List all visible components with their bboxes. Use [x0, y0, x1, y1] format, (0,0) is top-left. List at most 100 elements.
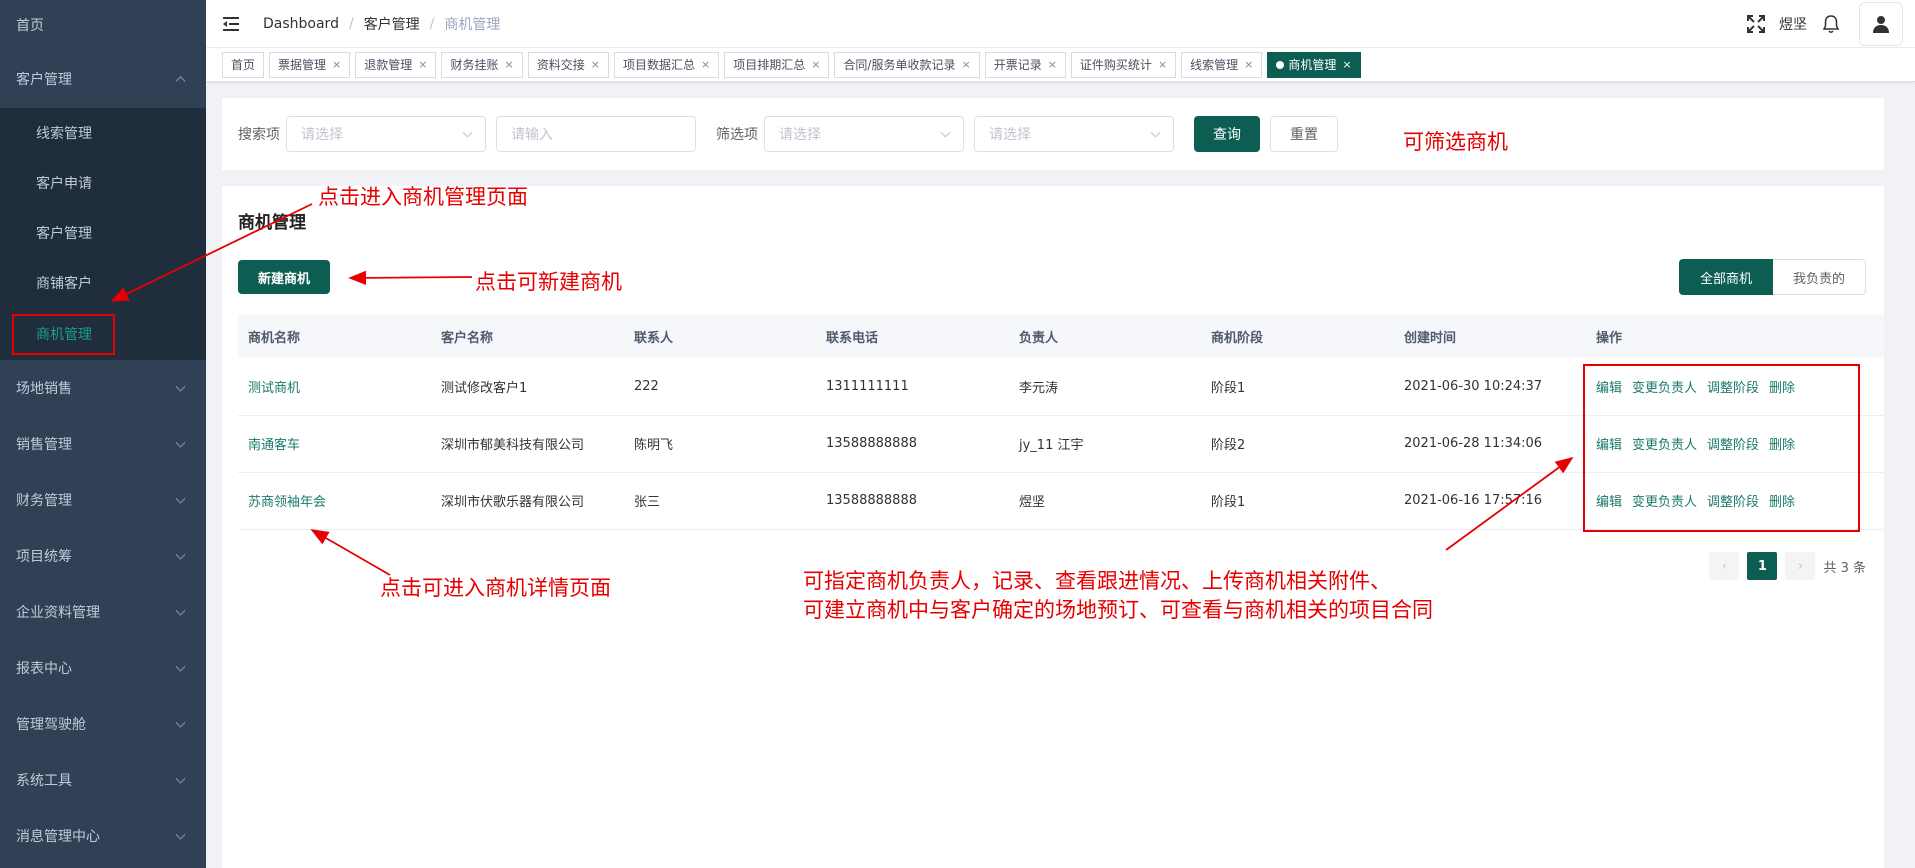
- column-header: 客户名称: [441, 330, 494, 346]
- close-icon[interactable]: ×: [418, 58, 427, 71]
- next-page-button[interactable]: ›: [1785, 552, 1816, 580]
- table-cell: 222: [634, 378, 659, 394]
- chevron-down-icon: [175, 717, 186, 728]
- close-icon[interactable]: ×: [1048, 58, 1057, 71]
- menu-toggle-icon[interactable]: [223, 16, 241, 31]
- chevron-down-icon: [175, 493, 186, 504]
- new-opportunity-button[interactable]: 新建商机: [238, 260, 331, 294]
- table-cell: 2021-06-30 10:24:37: [1404, 378, 1543, 394]
- chevron-up-icon: [175, 76, 186, 87]
- opportunity-name-link[interactable]: 测试商机: [238, 358, 431, 415]
- sidebar-subitem-customer-apply[interactable]: 客户申请: [0, 158, 206, 208]
- close-icon[interactable]: ×: [1244, 58, 1253, 71]
- tag-label: 商机管理: [1288, 58, 1337, 72]
- scope-toggle: 全部商机 我负责的: [1678, 259, 1866, 295]
- page-number[interactable]: 1: [1747, 552, 1778, 580]
- user-icon: [1873, 16, 1889, 33]
- close-icon[interactable]: ×: [332, 58, 341, 71]
- filter-field-select[interactable]: 请选择: [764, 116, 964, 152]
- avatar[interactable]: [1859, 2, 1903, 46]
- tag-project-schedule[interactable]: 项目排期汇总 ×: [724, 51, 830, 78]
- sidebar-item-messages[interactable]: 消息管理中心: [0, 808, 206, 864]
- search-input[interactable]: 请输入: [496, 116, 696, 152]
- sidebar-subitem-shop-customer[interactable]: 商铺客户: [0, 258, 206, 308]
- chevron-down-icon: [175, 661, 186, 672]
- close-icon[interactable]: ×: [701, 58, 710, 71]
- tag-leads[interactable]: 线索管理 ×: [1181, 51, 1263, 78]
- table-cell: 李元涛: [1019, 380, 1059, 396]
- tag-handover[interactable]: 资料交接 ×: [527, 51, 609, 78]
- tab-all-opportunities[interactable]: 全部商机: [1678, 259, 1773, 295]
- page-title: 商机管理: [238, 213, 306, 233]
- prev-page-button[interactable]: ‹: [1709, 552, 1740, 580]
- tag-home[interactable]: 首页: [222, 51, 265, 78]
- sidebar-item-label: 企业资料管理: [16, 605, 100, 621]
- query-button[interactable]: 查询: [1194, 116, 1260, 152]
- sidebar-item-label: 系统工具: [16, 773, 72, 789]
- tag-label: 财务挂账: [450, 58, 499, 72]
- sidebar-item-finance[interactable]: 财务管理: [0, 472, 206, 528]
- sidebar-item-project[interactable]: 项目统筹: [0, 528, 206, 584]
- tag-finance-hold[interactable]: 财务挂账 ×: [441, 51, 523, 78]
- table-cell: 张三: [634, 495, 661, 510]
- close-icon[interactable]: ×: [505, 58, 514, 71]
- sidebar-item-cockpit[interactable]: 管理驾驶舱: [0, 696, 206, 752]
- annotation-ops-line1: 可指定商机负责人，记录、查看跟进情况、上传商机相关附件、: [803, 569, 1391, 593]
- fullscreen-icon[interactable]: [1747, 15, 1765, 33]
- sidebar-item-reports[interactable]: 报表中心: [0, 640, 206, 696]
- tag-contract-payments[interactable]: 合同/服务单收款记录 ×: [834, 51, 980, 78]
- sidebar-item-label: 报表中心: [16, 661, 72, 677]
- sidebar-item-enterprise[interactable]: 企业资料管理: [0, 584, 206, 640]
- breadcrumb-customer[interactable]: 客户管理: [364, 14, 420, 34]
- user-name[interactable]: 煜坚: [1779, 14, 1807, 34]
- tags-view: 首页 票据管理 × 退款管理 × 财务挂账 × 资料交接 × 项目数据汇总 × 项目排期汇…: [206, 48, 1915, 82]
- column-header: 联系电话: [826, 330, 879, 346]
- chevron-down-icon: [1150, 127, 1161, 138]
- table-cell: jy_11 江宇: [1019, 438, 1084, 453]
- tag-label: 线索管理: [1190, 58, 1239, 72]
- chevron-down-icon: [462, 127, 473, 138]
- sidebar-item-venue-sales[interactable]: 场地销售: [0, 360, 206, 416]
- close-icon[interactable]: ×: [811, 58, 820, 71]
- tag-certificates[interactable]: 证件购买统计 ×: [1070, 51, 1177, 78]
- annotation-enter-page: 点击进入商机管理页面: [318, 185, 528, 209]
- column-header: 商机名称: [248, 330, 301, 346]
- search-field-select[interactable]: 请选择: [286, 116, 486, 152]
- select-placeholder: 请选择: [779, 127, 821, 143]
- tag-project-data[interactable]: 项目数据汇总 ×: [613, 51, 720, 78]
- sidebar-item-label: 首页: [16, 18, 44, 34]
- close-icon[interactable]: ×: [1342, 58, 1351, 71]
- table-cell: 13588888888: [826, 436, 917, 451]
- sidebar-item-customer[interactable]: 客户管理: [0, 50, 206, 108]
- table-cell: 测试修改客户1: [441, 380, 528, 396]
- input-placeholder: 请输入: [511, 127, 553, 143]
- tag-label: 首页: [231, 58, 256, 72]
- table-cell: 2021-06-28 11:34:06: [1404, 436, 1543, 451]
- sidebar-subitem-label: 客户申请: [36, 176, 92, 192]
- bell-icon[interactable]: [1821, 14, 1841, 34]
- opportunity-name-link[interactable]: 南通客车: [238, 415, 431, 472]
- table-cell: 13588888888: [826, 493, 917, 508]
- close-icon[interactable]: ×: [961, 58, 970, 71]
- close-icon[interactable]: ×: [1158, 58, 1167, 71]
- chevron-down-icon: [175, 549, 186, 560]
- sidebar-item-tools[interactable]: 系统工具: [0, 752, 206, 808]
- breadcrumb: Dashboard / 客户管理 / 商机管理: [263, 14, 500, 34]
- sidebar-subitem-customer-manage[interactable]: 客户管理: [0, 208, 206, 258]
- sidebar-subitem-leads[interactable]: 线索管理: [0, 108, 206, 158]
- tab-my-opportunities[interactable]: 我负责的: [1772, 259, 1866, 295]
- tag-label: 证件购买统计: [1079, 58, 1152, 72]
- close-icon[interactable]: ×: [591, 58, 600, 71]
- column-header: 负责人: [1019, 330, 1059, 346]
- sidebar-item-home[interactable]: 首页: [0, 0, 206, 50]
- sidebar-item-sales[interactable]: 销售管理: [0, 416, 206, 472]
- tag-refunds[interactable]: 退款管理 ×: [355, 51, 437, 78]
- sidebar-item-label: 财务管理: [16, 493, 72, 509]
- opportunity-name-link[interactable]: 苏商领袖年会: [238, 472, 431, 529]
- filter-value-select[interactable]: 请选择: [974, 116, 1174, 152]
- reset-button[interactable]: 重置: [1270, 116, 1338, 152]
- tag-bills[interactable]: 票据管理 ×: [269, 51, 351, 78]
- breadcrumb-dashboard[interactable]: Dashboard: [263, 16, 339, 32]
- tag-invoices[interactable]: 开票记录 ×: [984, 51, 1066, 78]
- tag-opportunity[interactable]: 商机管理 ×: [1267, 51, 1361, 78]
